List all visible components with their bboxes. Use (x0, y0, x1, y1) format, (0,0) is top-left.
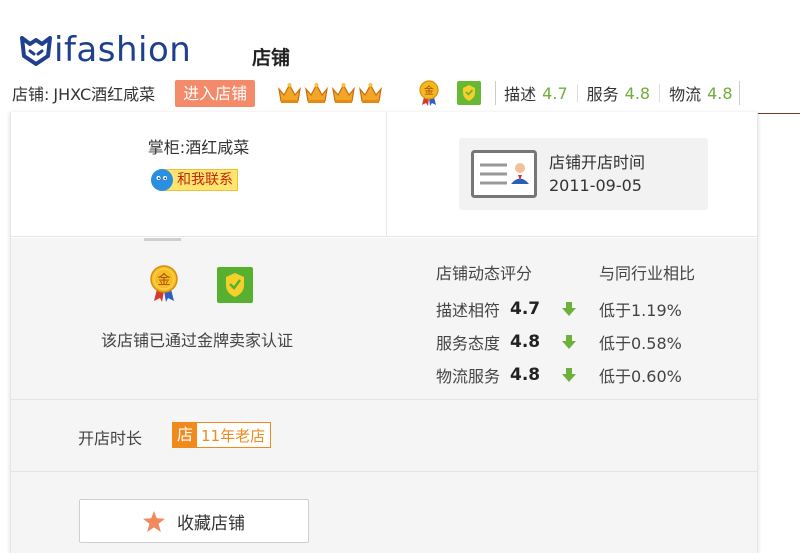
ifashion-logo[interactable]: ifashion (20, 32, 191, 68)
shop-score-summary: 描述 4.7 服务 4.8 物流 4.8 (495, 81, 740, 105)
contact-button[interactable]: 和我联系 (150, 168, 238, 192)
rating-value: 4.8 (510, 332, 541, 352)
rating-compare: 低于0.58% (599, 334, 682, 353)
score-value: 4.7 (542, 83, 568, 103)
compare-header: 与同行业相比 (599, 264, 696, 283)
shop-info-bar: 店铺: JHXC酒红咸菜 进入店铺 金 描述 4.7 服务 4.8 物流 4.8 (0, 78, 800, 108)
score-value: 4.8 (707, 83, 733, 103)
score-label: 描述 (504, 85, 537, 104)
score-label: 服务 (586, 85, 619, 104)
rating-row: 物流服务 4.8 低于0.60% (436, 363, 736, 387)
rating-row: 服务态度 4.8 低于0.58% (436, 330, 736, 354)
score-value: 4.8 (624, 83, 651, 103)
down-arrow-icon (560, 302, 598, 316)
shop-age-icon: 店 (173, 423, 197, 447)
chat-bubble-icon (151, 169, 173, 191)
open-time-card: 店铺开店时间 2011-09-05 (459, 138, 708, 210)
down-arrow-icon (560, 335, 598, 349)
svg-text:金: 金 (424, 84, 434, 97)
shop-age-text: 11年老店 (201, 426, 266, 445)
crown-icon (278, 83, 302, 103)
divider (659, 84, 661, 102)
rating-value: 4.8 (510, 365, 541, 385)
panel-upper: 掌柜:酒红咸菜 和我联系 店铺开店时间 2011-09-05 (11, 112, 757, 237)
shop-name[interactable]: JHXC酒红咸菜 (53, 81, 155, 105)
rating-compare: 低于1.19% (599, 301, 682, 320)
crown-icon (332, 83, 356, 103)
shop-level-crowns (277, 81, 383, 105)
gold-medal-icon[interactable]: 金 (417, 80, 441, 106)
open-time-value: 2011-09-05 (549, 176, 642, 195)
id-card-icon (471, 150, 537, 198)
panel-lower: 金 该店铺已通过金牌卖家认证 店铺动态评分 与同行业相比 描述相符 4.7 低于… (11, 238, 757, 553)
rating-value: 4.7 (510, 299, 541, 319)
page-title: 店铺 (252, 47, 291, 69)
enter-shop-button[interactable]: 进入店铺 (175, 79, 256, 107)
logo-text: ifashion (54, 30, 192, 70)
favorite-shop-label: 收藏店铺 (177, 513, 245, 534)
shield-icon[interactable] (217, 267, 253, 303)
shop-label: 店铺: (12, 85, 50, 104)
open-time-label: 店铺开店时间 (549, 153, 646, 172)
shop-keeper: 掌柜:酒红咸菜 (147, 138, 250, 157)
crown-icon (305, 83, 329, 103)
tab-indicator (144, 238, 181, 241)
crown-icon (359, 83, 383, 103)
rating-row: 描述相符 4.7 低于1.19% (436, 297, 736, 321)
divider (758, 113, 800, 114)
score-label: 物流 (669, 85, 702, 104)
fox-head-logo-icon (20, 36, 52, 66)
shield-icon[interactable] (457, 81, 482, 105)
rating-compare: 低于0.60% (599, 367, 682, 386)
star-icon (143, 510, 165, 532)
shop-age-badge: 店 11年老店 (172, 422, 272, 448)
down-arrow-icon (560, 368, 598, 382)
rating-name: 描述相符 (436, 301, 501, 320)
shop-info-panel: 掌柜:酒红咸菜 和我联系 店铺开店时间 2011-09-05 金 该店铺已通过金… (10, 112, 758, 553)
certification-text: 该店铺已通过金牌卖家认证 (101, 331, 294, 350)
favorite-shop-button[interactable]: 收藏店铺 (79, 499, 309, 543)
divider (576, 84, 578, 102)
shop-age-label: 开店时长 (78, 429, 143, 448)
divider (11, 471, 757, 472)
rating-header: 店铺动态评分 (436, 264, 533, 283)
divider (386, 112, 387, 237)
svg-text:金: 金 (157, 272, 170, 288)
gold-medal-icon[interactable]: 金 (147, 265, 181, 303)
rating-name: 服务态度 (436, 334, 501, 353)
rating-name: 物流服务 (436, 367, 501, 386)
divider (11, 399, 757, 400)
